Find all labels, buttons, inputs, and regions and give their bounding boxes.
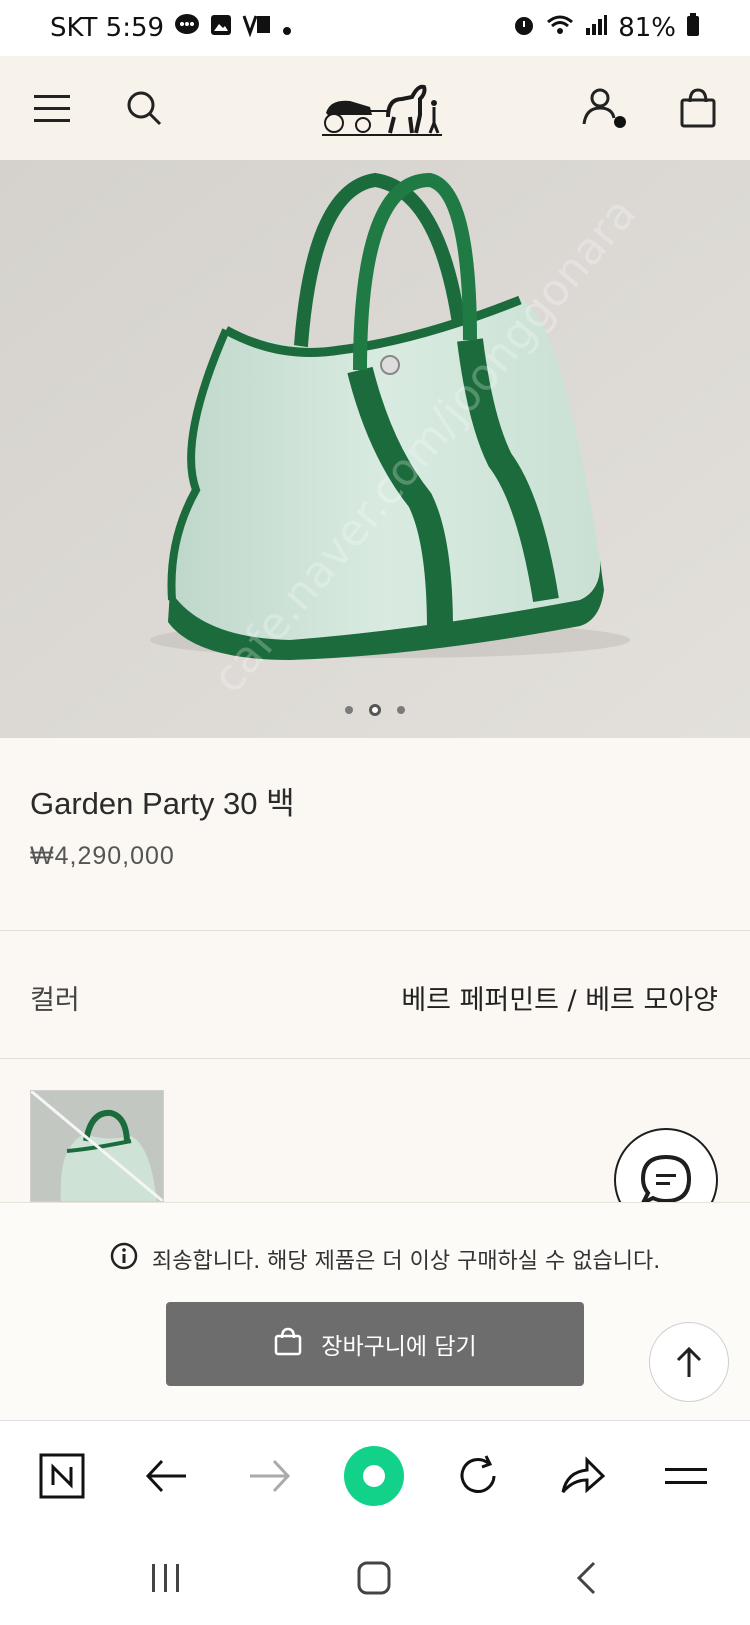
search-icon[interactable] — [122, 56, 166, 160]
color-value: 베르 페퍼민트 / 베르 모아양 — [401, 985, 718, 1016]
unavailable-notice: 죄송합니다. 해당 제품은 더 이상 구매하실 수 없습니다. — [110, 1242, 660, 1276]
menu-lines-icon[interactable] — [646, 1421, 726, 1531]
home-icon[interactable] — [334, 1530, 414, 1625]
back-arrow-icon[interactable] — [126, 1421, 206, 1531]
notice-text: 죄송합니다. 해당 제품은 더 이상 구매하실 수 없습니다. — [152, 1249, 661, 1274]
gallery-icon — [210, 13, 232, 43]
signal-icon — [584, 13, 608, 43]
product-price: ₩4,290,000 — [30, 842, 175, 870]
scroll-to-top-button[interactable] — [649, 1322, 729, 1402]
alarm-icon — [512, 13, 536, 44]
refresh-icon[interactable] — [438, 1421, 518, 1531]
volte-icon — [242, 13, 272, 44]
add-to-cart-button[interactable]: 장바구니에 담기 — [166, 1302, 584, 1386]
forward-arrow-icon[interactable] — [230, 1421, 310, 1531]
garden-party-bag-image — [0, 160, 750, 738]
browser-toolbar — [0, 1420, 750, 1530]
account-icon[interactable] — [580, 56, 630, 160]
chat-icon — [639, 1154, 692, 1207]
system-navigation — [0, 1530, 750, 1625]
shopping-bag-icon[interactable] — [676, 56, 720, 160]
recent-apps-icon[interactable] — [126, 1530, 206, 1625]
color-swatch-unavailable[interactable] — [30, 1090, 164, 1202]
shopping-bag-icon — [273, 1326, 303, 1362]
green-home-icon[interactable] — [334, 1421, 414, 1531]
carousel-dot[interactable] — [345, 706, 353, 714]
divider — [0, 1058, 750, 1059]
info-icon — [110, 1242, 138, 1276]
status-bar: SKT 5:59 81% — [0, 0, 750, 56]
app-header — [0, 56, 750, 160]
dot-icon — [282, 13, 292, 43]
carousel-dot-active[interactable] — [369, 704, 381, 716]
naver-n-icon[interactable] — [22, 1421, 102, 1531]
product-image-carousel[interactable]: cafe.naver.com/joonggonara — [0, 160, 750, 738]
carousel-dot[interactable] — [397, 706, 405, 714]
chat-bubble-icon — [174, 13, 200, 44]
divider — [0, 930, 750, 931]
share-icon[interactable] — [542, 1421, 622, 1531]
brand-logo-carriage[interactable] — [318, 56, 446, 160]
wifi-icon — [546, 13, 574, 43]
battery-icon — [686, 12, 700, 44]
back-icon[interactable] — [546, 1530, 626, 1625]
carrier-time: SKT 5:59 — [50, 13, 165, 43]
carousel-indicator — [0, 704, 750, 716]
color-label: 컬러 — [30, 985, 80, 1016]
arrow-up-icon — [676, 1346, 702, 1377]
add-to-cart-label: 장바구니에 담기 — [321, 1334, 477, 1360]
battery-level: 81% — [618, 13, 676, 43]
product-title: Garden Party 30 백 — [30, 786, 295, 821]
menu-icon[interactable] — [30, 56, 74, 160]
